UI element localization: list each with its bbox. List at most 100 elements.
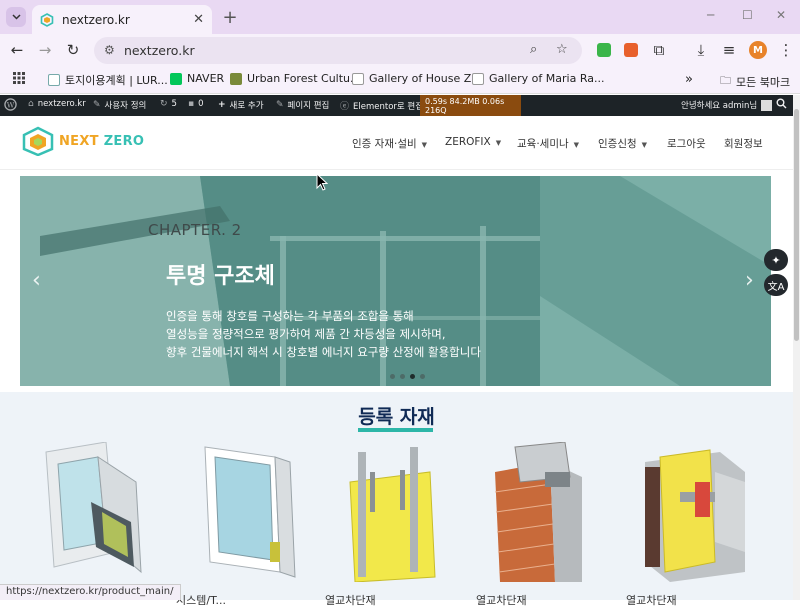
svg-text:W: W — [7, 100, 15, 109]
apps-grid-icon[interactable] — [13, 72, 25, 84]
profile-avatar[interactable]: M — [749, 41, 767, 59]
admin-site-link[interactable]: ⌂ nextzero.kr — [28, 99, 86, 109]
new-tab-button[interactable]: + — [220, 7, 240, 28]
product-label[interactable]: 열교차단재 — [325, 592, 376, 608]
menu-label: 교육·세미나 — [517, 138, 569, 150]
admin-account-link[interactable]: 안녕하세요 admin님 — [681, 99, 773, 111]
archdaily-favicon-icon — [352, 72, 364, 85]
slider-prev-icon[interactable]: ‹ — [32, 268, 41, 293]
menu-item-certification[interactable]: 인증신청 ▼ — [598, 136, 647, 151]
menu-label: 로그아웃 — [667, 138, 706, 150]
bookmark-item[interactable]: Urban Forest Cultu... — [230, 72, 361, 85]
sparkle-icon: ✦ — [771, 253, 781, 267]
slider-dot[interactable] — [390, 374, 395, 379]
query-monitor-stats[interactable]: 0.59s 84.2MB 0.06s 216Q — [420, 95, 521, 116]
address-bar[interactable]: ⚙ nextzero.kr ⌕ ☆ — [94, 37, 582, 64]
bookmark-label: 토지이용계획 | LUR... — [65, 74, 168, 87]
scroll-thumb[interactable] — [794, 109, 799, 341]
admin-updates-link[interactable]: ↻ 5 — [160, 99, 177, 109]
extension-green-icon[interactable] — [597, 43, 611, 57]
bookmark-label: Gallery of House Z... — [369, 72, 482, 85]
product-insulation-bracket-image[interactable] — [640, 442, 750, 582]
admin-elementor-label: Elementor로 편집 — [353, 101, 424, 112]
hero-description: 인증을 통해 창호를 구성하는 각 부품의 조합을 통해 열성능을 정량적으로 … — [166, 307, 546, 361]
close-window-icon[interactable]: ✕ — [776, 8, 786, 22]
plus-icon: + — [218, 100, 226, 110]
product-window-frame-image[interactable] — [36, 442, 146, 582]
extension-orange-icon[interactable] — [624, 43, 638, 57]
site-logo[interactable]: NEXT ZERO — [20, 126, 144, 156]
admin-edit-page-link[interactable]: ✎ 페이지 편집 — [276, 99, 329, 111]
reload-icon[interactable]: ↻ — [63, 40, 83, 60]
download-icon[interactable]: ⤓ — [691, 40, 711, 60]
wordpress-logo-icon[interactable]: W — [4, 98, 17, 111]
bookmark-label: NAVER — [187, 72, 225, 85]
tab-close-icon[interactable]: ✕ — [193, 12, 204, 27]
slider-dot[interactable] — [420, 374, 425, 379]
mouse-cursor-icon — [316, 173, 328, 191]
slider-next-icon[interactable]: › — [745, 268, 754, 293]
product-label[interactable]: 열교차단재 — [476, 592, 527, 608]
slider-dot-active[interactable] — [410, 374, 415, 379]
bookmark-item[interactable]: NAVER — [170, 72, 224, 85]
admin-search-icon[interactable] — [776, 98, 787, 109]
chevron-down-icon: ▼ — [641, 141, 648, 149]
hero-title: 투명 구조체 — [166, 264, 275, 289]
naver-favicon-icon — [170, 72, 182, 85]
admin-elementor-link[interactable]: ⓔ Elementor로 편집 — [340, 99, 424, 113]
dashboard-icon: ⌂ — [28, 99, 34, 109]
tab-search-button[interactable] — [6, 7, 26, 27]
translate-button[interactable]: 文A — [764, 274, 788, 296]
hero-slider[interactable]: CHAPTER. 2 투명 구조체 인증을 통해 창호를 구성하는 각 부품의 … — [20, 176, 771, 386]
menu-item-member-info[interactable]: 회원정보 — [724, 136, 763, 151]
page-scrollbar[interactable] — [793, 95, 800, 600]
bookmark-star-icon[interactable]: ☆ — [556, 42, 568, 57]
ai-sparkle-button[interactable]: ✦ — [764, 249, 788, 271]
all-bookmarks-label: 모든 북마크 — [736, 75, 791, 89]
minimize-icon[interactable]: ─ — [707, 8, 714, 22]
admin-edit-page-label: 페이지 편집 — [287, 101, 330, 111]
zoom-icon[interactable]: ⌕ — [530, 42, 537, 57]
menu-item-certified-materials[interactable]: 인증 자재·설비 ▼ — [352, 136, 427, 151]
chevron-down-icon: ▼ — [573, 141, 580, 149]
bookmark-item[interactable]: Gallery of House Z... — [352, 72, 482, 85]
product-window-system-image[interactable] — [200, 442, 310, 582]
admin-comments-link[interactable]: ▪ 0 — [188, 99, 204, 109]
product-brick-bracket-image[interactable] — [490, 442, 600, 582]
menu-label: 인증 자재·설비 — [352, 138, 417, 150]
slider-dot[interactable] — [400, 374, 405, 379]
elementor-icon: ⓔ — [340, 102, 350, 112]
browser-tab[interactable]: nextzero.kr ✕ — [32, 5, 212, 34]
bookmark-item[interactable]: Gallery of Maria Ra... — [472, 72, 604, 85]
tab-title: nextzero.kr — [62, 12, 130, 27]
product-label[interactable]: 시스템/T... — [176, 592, 226, 608]
archdaily-favicon-icon — [472, 72, 484, 85]
media-queue-icon[interactable]: ≡ — [719, 40, 739, 60]
product-label[interactable]: 열교차단재 — [626, 592, 677, 608]
admin-customize-link[interactable]: ✎ 사용자 정의 — [93, 99, 146, 111]
bookmark-label: Gallery of Maria Ra... — [489, 72, 605, 85]
maximize-icon[interactable]: ☐ — [742, 8, 753, 22]
bookmark-label: Urban Forest Cultu... — [247, 72, 361, 85]
bookmarks-overflow-button[interactable]: » — [685, 72, 693, 87]
updates-count: 5 — [171, 99, 177, 109]
extensions-puzzle-icon[interactable]: ⧉ — [649, 40, 669, 60]
admin-customize-label: 사용자 정의 — [104, 101, 147, 111]
menu-item-education[interactable]: 교육·세미나 ▼ — [517, 136, 579, 151]
menu-item-zerofix[interactable]: ZEROFIX ▼ — [445, 136, 501, 148]
registered-materials-section: 등록 자재 시스템/T... 열교차단재 열교차단재 열교차단재 — [0, 392, 793, 607]
back-icon[interactable]: ← — [7, 40, 27, 60]
menu-item-logout[interactable]: 로그아웃 — [667, 136, 706, 151]
logo-zero: ZERO — [103, 133, 145, 149]
all-bookmarks-button[interactable]: 🗀 모든 북마크 — [720, 72, 790, 91]
product-insulation-rail-image[interactable] — [340, 442, 450, 582]
pencil-icon: ✎ — [276, 100, 284, 110]
browser-menu-icon[interactable]: ⋮ — [776, 40, 796, 60]
menu-label: 인증신청 — [598, 138, 637, 150]
site-info-icon[interactable]: ⚙ — [104, 43, 115, 57]
forward-icon[interactable]: → — [35, 40, 55, 60]
admin-site-label: nextzero.kr — [37, 99, 86, 109]
translate-icon: 文A — [767, 281, 785, 293]
bookmark-item[interactable]: 토지이용계획 | LUR... — [48, 72, 168, 88]
admin-new-link[interactable]: + 새로 추가 — [218, 99, 264, 111]
